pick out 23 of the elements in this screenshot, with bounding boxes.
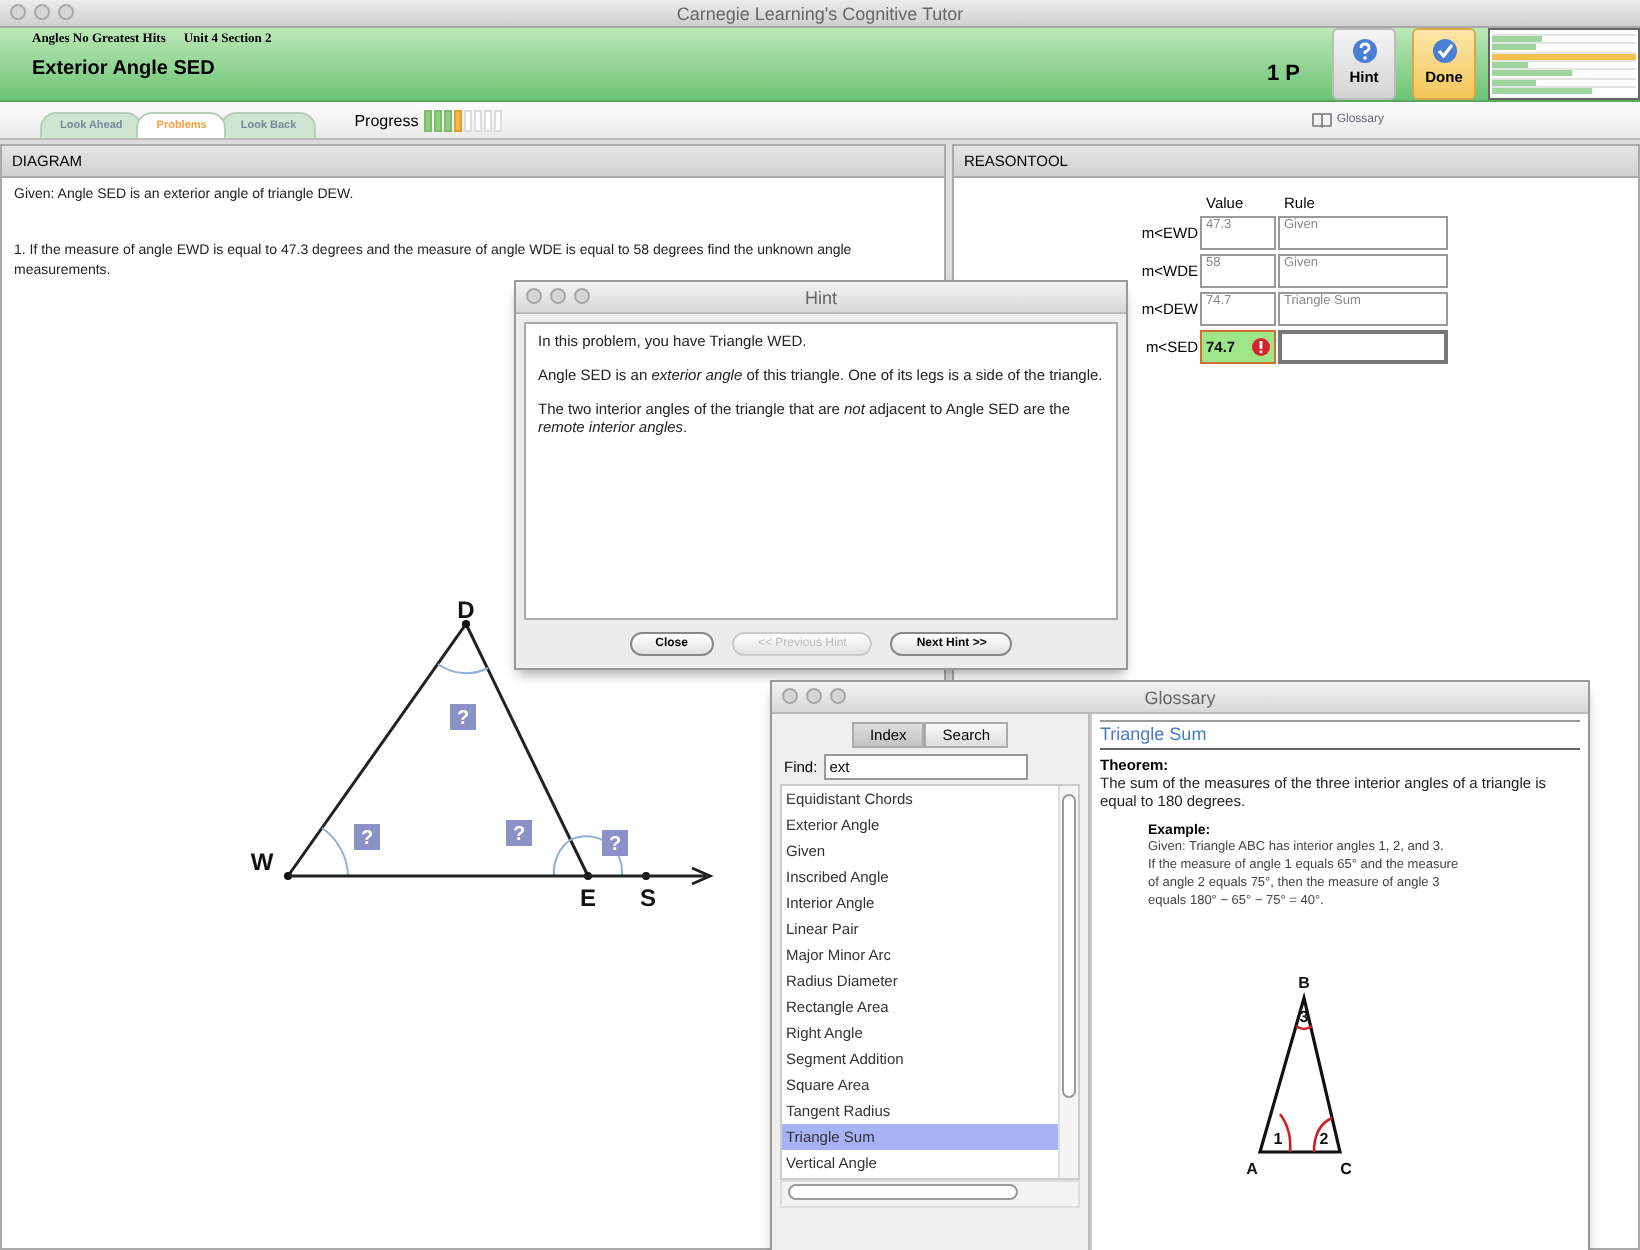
points-label: 1 P: [1266, 62, 1300, 86]
vertical-scrollbar[interactable]: [1058, 786, 1078, 1178]
check-icon: [1431, 38, 1457, 64]
window-title: Carnegie Learning's Cognitive Tutor: [676, 3, 964, 23]
angle-label: 1: [1273, 1130, 1283, 1148]
rule-field[interactable]: [1278, 330, 1448, 364]
point-label: D: [457, 596, 475, 624]
entry-title: Triangle Sum: [1100, 720, 1580, 750]
book-icon: [1312, 112, 1333, 128]
help-icon: [1351, 38, 1377, 64]
error-icon: [1252, 338, 1270, 356]
problem-title: Exterior Angle SED: [32, 58, 217, 80]
angle-label: 2: [1319, 1130, 1329, 1148]
vertex-label: B: [1298, 974, 1310, 992]
point-label: S: [640, 884, 656, 912]
progress-label: Progress: [354, 111, 419, 129]
point-label: E: [580, 884, 596, 912]
vertex-label: A: [1246, 1160, 1258, 1178]
horizontal-scrollbar[interactable]: [780, 1180, 1080, 1208]
window-title: Glossary: [1144, 687, 1216, 707]
vertex-label: C: [1340, 1160, 1352, 1178]
point-label: W: [250, 848, 274, 876]
window-title: Hint: [804, 287, 837, 307]
